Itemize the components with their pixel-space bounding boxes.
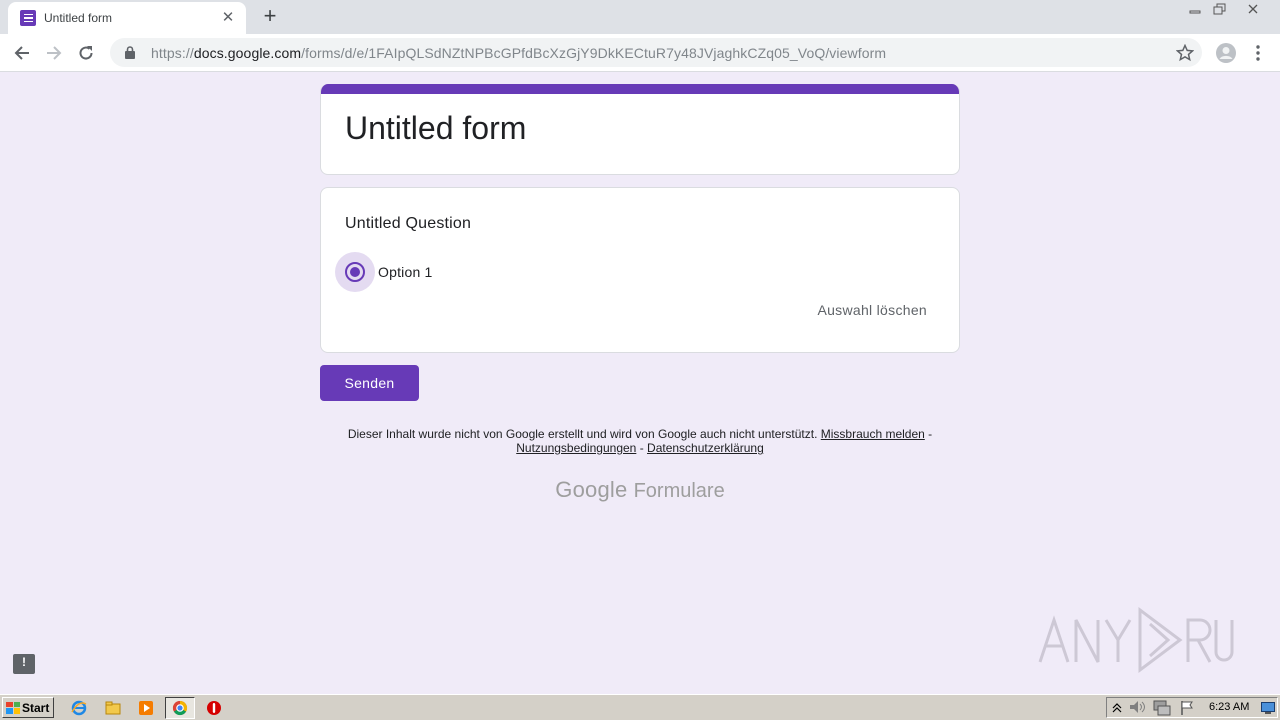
close-window-button[interactable] <box>1236 0 1270 18</box>
minimize-window-button[interactable] <box>1184 0 1206 18</box>
security-alert-icon[interactable] <box>205 699 223 717</box>
report-problem-icon[interactable]: ! <box>13 654 35 674</box>
radio-selected-dot <box>350 267 360 277</box>
arrow-left-icon <box>14 46 29 60</box>
google-forms-icon <box>20 10 36 26</box>
system-tray: 6:23 AM <box>1106 697 1278 718</box>
arrow-right-icon <box>47 46 62 60</box>
disclaimer: Dieser Inhalt wurde nicht von Google ers… <box>320 427 960 455</box>
restore-icon <box>1213 3 1226 15</box>
question-card: Untitled Question Option 1 Auswahl lösch… <box>320 187 960 353</box>
url-path: /forms/d/e/1FAIpQLSdNZtNPBcGPfdBcXzGjY9D… <box>301 44 887 61</box>
action-center-flag-icon[interactable] <box>1179 700 1195 720</box>
file-explorer-icon[interactable] <box>104 699 122 717</box>
form-accent-stripe <box>321 84 959 94</box>
url-domain: docs.google.com <box>193 44 302 61</box>
media-player-icon[interactable] <box>137 699 155 717</box>
browser-tab-strip: Untitled form ✕ + <box>0 0 1280 34</box>
network-icon[interactable] <box>1153 700 1171 720</box>
radio-outer-ring <box>345 262 365 282</box>
minimize-icon <box>1189 10 1201 14</box>
close-icon <box>1248 4 1258 14</box>
start-button[interactable]: Start <box>2 697 54 718</box>
windows-taskbar: Start 6:23 AM <box>0 694 1280 720</box>
privacy-link[interactable]: Datenschutzerklärung <box>647 441 764 455</box>
volume-icon[interactable] <box>1129 700 1147 719</box>
chrome-taskbar-button[interactable] <box>165 697 195 719</box>
browser-menu-button[interactable] <box>1246 41 1270 65</box>
start-label: Start <box>22 700 50 715</box>
browser-toolbar: https://docs.google.com/forms/d/e/1FAIpQ… <box>0 34 1280 72</box>
terms-link[interactable]: Nutzungsbedingungen <box>516 441 636 455</box>
address-bar[interactable]: https://docs.google.com/forms/d/e/1FAIpQ… <box>110 38 1202 67</box>
reload-icon <box>79 46 93 60</box>
profile-avatar[interactable] <box>1214 41 1238 65</box>
close-tab-icon[interactable]: ✕ <box>220 10 236 26</box>
separator: - <box>928 427 933 441</box>
submit-button[interactable]: Senden <box>320 365 419 401</box>
google-forms-logo[interactable]: Google Formulare <box>0 477 1280 503</box>
clock[interactable]: 6:23 AM <box>1209 701 1249 713</box>
disclaimer-text: Dieser Inhalt wurde nicht von Google ers… <box>347 427 818 441</box>
reload-button[interactable] <box>74 41 98 65</box>
form-header-card: Untitled form <box>320 84 960 175</box>
browser-tab[interactable]: Untitled form ✕ <box>8 2 246 34</box>
option-1-radio[interactable] <box>335 252 375 292</box>
lock-icon <box>120 45 140 61</box>
windows-logo-icon <box>6 701 20 714</box>
logo-forms-text: Formulare <box>633 480 725 502</box>
more-vert-icon <box>1256 45 1260 61</box>
report-abuse-link[interactable]: Missbrauch melden <box>821 427 925 441</box>
logo-google-text: Google <box>555 477 628 502</box>
account-icon <box>1216 43 1236 63</box>
forward-button[interactable] <box>42 41 66 65</box>
anyrun-watermark-logo <box>1038 607 1234 673</box>
tab-title: Untitled form <box>44 11 113 25</box>
show-hidden-icons-icon[interactable] <box>1112 701 1122 719</box>
show-desktop-icon[interactable] <box>1261 701 1275 719</box>
url-scheme: https:// <box>151 44 194 61</box>
back-button[interactable] <box>10 41 34 65</box>
separator: - <box>639 441 644 455</box>
form-title: Untitled form <box>345 110 527 146</box>
url-text: https://docs.google.com/forms/d/e/1FAIpQ… <box>151 45 886 61</box>
new-tab-button[interactable]: + <box>258 5 282 29</box>
question-title: Untitled Question <box>345 215 472 232</box>
restore-window-button[interactable] <box>1209 0 1231 18</box>
option-1-label[interactable]: Option 1 <box>378 264 433 280</box>
chrome-icon <box>172 700 188 716</box>
internet-explorer-icon[interactable] <box>70 699 88 717</box>
bookmark-star-icon[interactable] <box>1175 43 1195 62</box>
clear-selection-button[interactable]: Auswahl löschen <box>817 302 927 318</box>
